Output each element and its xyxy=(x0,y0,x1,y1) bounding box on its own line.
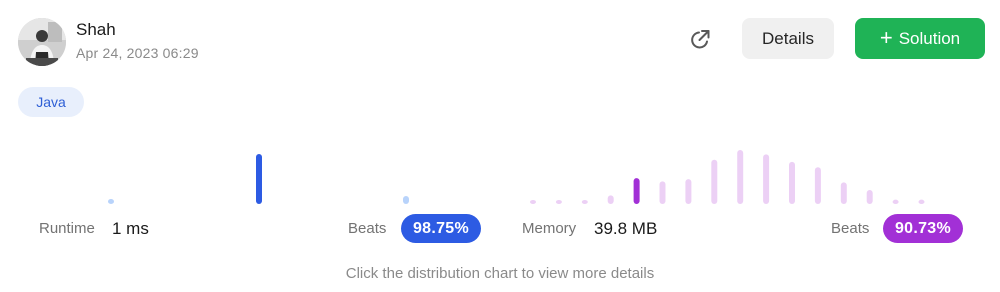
memory-bar[interactable] xyxy=(659,181,666,204)
memory-bar[interactable] xyxy=(892,199,899,204)
memory-bar[interactable] xyxy=(530,200,536,204)
user-photo xyxy=(18,18,66,66)
runtime-bar[interactable] xyxy=(256,154,262,204)
solution-button-label: Solution xyxy=(898,28,961,48)
submission-timestamp: Apr 24, 2023 06:29 xyxy=(76,45,199,61)
memory-beats-label: Beats xyxy=(831,220,870,237)
runtime-value: 1 ms xyxy=(112,219,149,238)
share-icon xyxy=(691,30,710,49)
memory-bar[interactable] xyxy=(711,159,718,204)
memory-bar[interactable] xyxy=(685,179,692,204)
add-solution-button[interactable]: + Solution xyxy=(855,18,985,59)
runtime-bar[interactable] xyxy=(403,196,409,204)
memory-beats-badge: 90.73% xyxy=(883,214,963,243)
memory-value: 39.8 MB xyxy=(594,219,658,238)
runtime-beats-badge: 98.75% xyxy=(401,214,481,243)
runtime-label: Runtime xyxy=(39,220,95,237)
memory-bar[interactable] xyxy=(840,182,847,204)
memory-bar[interactable] xyxy=(918,199,925,204)
memory-bar[interactable] xyxy=(581,200,588,204)
memory-bar[interactable] xyxy=(866,189,873,204)
user-name[interactable]: Shah xyxy=(76,20,116,40)
memory-bar[interactable] xyxy=(607,195,614,204)
runtime-bar[interactable] xyxy=(108,199,114,204)
runtime-beats-label: Beats xyxy=(348,220,387,237)
details-button[interactable]: Details xyxy=(742,18,834,59)
language-tag[interactable]: Java xyxy=(18,87,84,117)
share-button[interactable] xyxy=(686,26,714,54)
memory-bar[interactable] xyxy=(633,178,640,204)
memory-bar[interactable] xyxy=(814,167,821,204)
avatar[interactable] xyxy=(18,18,66,66)
memory-bar[interactable] xyxy=(763,154,770,204)
runtime-distribution-chart[interactable] xyxy=(28,140,490,206)
chart-hint: Click the distribution chart to view mor… xyxy=(345,265,655,282)
memory-label: Memory xyxy=(522,220,577,237)
memory-bar[interactable] xyxy=(555,200,562,204)
plus-icon: + xyxy=(879,24,893,50)
memory-bar[interactable] xyxy=(789,161,795,204)
memory-bar[interactable] xyxy=(737,150,744,204)
memory-distribution-chart[interactable] xyxy=(522,140,964,206)
